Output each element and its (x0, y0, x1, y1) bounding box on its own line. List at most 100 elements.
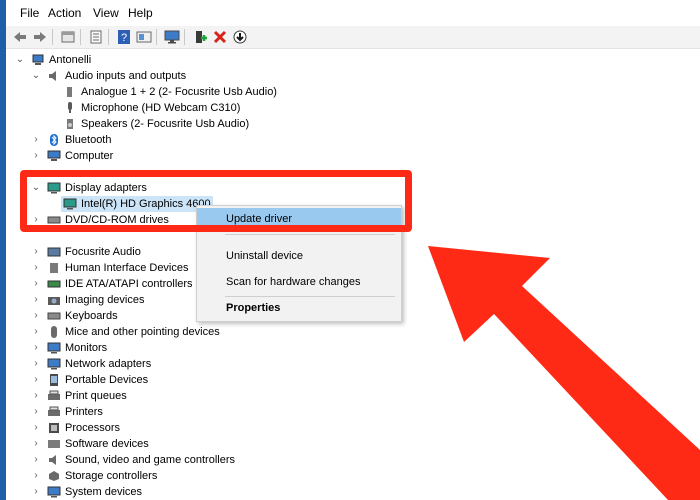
audio-device-icon (47, 247, 61, 257)
chevron-right-icon[interactable]: › (31, 148, 41, 164)
chevron-right-icon[interactable]: › (31, 292, 41, 308)
chevron-right-icon[interactable]: › (31, 452, 41, 468)
tree-item-category[interactable]: › System devices (6, 484, 196, 500)
tree-item-bluetooth[interactable]: › Bluetooth (6, 132, 306, 148)
portable-device-icon (50, 374, 58, 386)
chevron-right-icon[interactable]: › (31, 388, 41, 404)
properties-icon[interactable] (60, 29, 76, 45)
tree-item-label: Audio inputs and outputs (65, 70, 187, 82)
tree-item-label: Antonelli (49, 54, 92, 66)
tree-item-label: Speakers (2- Focusrite Usb Audio) (81, 118, 250, 130)
storage-controller-icon (49, 471, 59, 481)
add-driver-icon[interactable] (192, 29, 208, 45)
menu-separator (225, 234, 395, 235)
tree-item-category[interactable]: › Network adapters (6, 356, 196, 372)
menu-item-label: Scan for hardware changes (226, 276, 361, 288)
tree-item-category[interactable]: › Printers (6, 404, 196, 420)
menu-bar: File Action View Help (6, 0, 700, 26)
tree-item-audio[interactable]: ⌄ Audio inputs and outputs (6, 68, 306, 84)
view-icon[interactable] (136, 29, 152, 45)
tree-item-label: Monitors (65, 342, 108, 354)
chevron-down-icon[interactable]: ⌄ (15, 52, 25, 68)
tree-item-category[interactable]: › Processors (6, 420, 196, 436)
chevron-right-icon[interactable]: › (31, 484, 41, 500)
microphone-icon (68, 102, 72, 113)
tree-item-label: Human Interface Devices (65, 262, 189, 274)
chevron-right-icon[interactable]: › (31, 436, 41, 452)
speaker-icon (67, 119, 73, 129)
remove-icon[interactable] (212, 29, 228, 45)
tree-item-category[interactable]: › Focusrite Audio (6, 244, 196, 260)
tree-item-category[interactable]: › Monitors (6, 340, 196, 356)
tree-item-label: Imaging devices (65, 294, 145, 306)
tree-item-label: Mice and other pointing devices (65, 326, 220, 338)
menu-help[interactable]: Help (128, 6, 153, 20)
tree-item-label: Storage controllers (65, 470, 158, 482)
toolbar: ? (6, 26, 700, 49)
tree-item-audio-child[interactable]: Speakers (2- Focusrite Usb Audio) (6, 116, 306, 132)
tree-item-label: IDE ATA/ATAPI controllers (65, 278, 193, 290)
monitor-icon[interactable] (164, 29, 180, 45)
tree-item-category[interactable]: › IDE ATA/ATAPI controllers (6, 276, 196, 292)
chevron-right-icon[interactable]: › (31, 420, 41, 436)
tree-item-label: Printers (65, 406, 103, 418)
tree-item-label: Focusrite Audio (65, 246, 141, 258)
chevron-right-icon[interactable]: › (31, 404, 41, 420)
download-icon[interactable] (232, 29, 248, 45)
chevron-right-icon[interactable]: › (31, 132, 41, 148)
help-icon[interactable]: ? (116, 29, 132, 45)
tree-item-category[interactable]: › Mice and other pointing devices (6, 324, 226, 340)
back-arrow-icon[interactable] (12, 29, 28, 45)
tree-item-label: Analogue 1 + 2 (2- Focusrite Usb Audio) (81, 86, 277, 98)
scan-hardware-menu-item[interactable]: Scan for hardware changes (197, 271, 401, 293)
monitor-icon (47, 342, 61, 354)
tree-item-category[interactable]: › Print queues (6, 388, 196, 404)
forward-arrow-icon[interactable] (32, 29, 48, 45)
chevron-down-icon[interactable]: ⌄ (31, 68, 41, 84)
tree-item-category[interactable]: › Keyboards (6, 308, 196, 324)
toolbar-separator (184, 29, 185, 45)
chevron-right-icon[interactable]: › (31, 356, 41, 372)
tree-item-audio-child[interactable]: Analogue 1 + 2 (2- Focusrite Usb Audio) (6, 84, 306, 100)
bluetooth-icon (50, 134, 58, 146)
chevron-right-icon[interactable]: › (31, 308, 41, 324)
menu-view[interactable]: View (93, 6, 119, 20)
tree-item-label: Portable Devices (65, 374, 149, 386)
menu-file[interactable]: File (20, 6, 39, 20)
menu-item-label: Uninstall device (226, 250, 304, 262)
tree-item-audio-child[interactable]: Microphone (HD Webcam C310) (6, 100, 306, 116)
tree-item-category[interactable]: › Human Interface Devices (6, 260, 196, 276)
chevron-right-icon[interactable]: › (31, 260, 41, 276)
tree-item-category[interactable]: › Software devices (6, 436, 196, 452)
processor-icon (49, 423, 59, 433)
chevron-right-icon[interactable]: › (31, 468, 41, 484)
toolbar-separator (108, 29, 109, 45)
tree-item-category[interactable]: › Imaging devices (6, 292, 196, 308)
chevron-right-icon[interactable]: › (31, 324, 41, 340)
tree-item-category[interactable]: › Storage controllers (6, 468, 196, 484)
tree-item-label: Software devices (65, 438, 149, 450)
tree-item-label: Computer (65, 150, 114, 162)
list-icon[interactable] (88, 29, 104, 45)
tree-item-label: Processors (65, 422, 121, 434)
properties-menu-item[interactable]: Properties (197, 297, 401, 319)
chevron-right-icon[interactable]: › (31, 372, 41, 388)
toolbar-separator (80, 29, 81, 45)
tree-item-category[interactable]: › Sound, video and game controllers (6, 452, 246, 468)
menu-action[interactable]: Action (48, 6, 81, 20)
tree-item-label: Sound, video and game controllers (65, 454, 235, 466)
tree-item-root[interactable]: ⌄ Antonelli (6, 52, 306, 68)
chevron-right-icon[interactable]: › (31, 244, 41, 260)
tree-item-label: Microphone (HD Webcam C310) (81, 102, 241, 114)
tree-item-computer[interactable]: › Computer (6, 148, 306, 164)
tree-item-category[interactable]: › Portable Devices (6, 372, 196, 388)
chevron-right-icon[interactable]: › (31, 340, 41, 356)
tree-item-label: Bluetooth (65, 134, 112, 146)
toolbar-separator (52, 29, 53, 45)
keyboard-icon (47, 312, 61, 320)
audio-jack-icon (67, 87, 72, 97)
menu-item-label: Properties (226, 302, 281, 314)
uninstall-device-menu-item[interactable]: Uninstall device (197, 245, 401, 267)
mouse-icon (51, 326, 57, 338)
chevron-right-icon[interactable]: › (31, 276, 41, 292)
